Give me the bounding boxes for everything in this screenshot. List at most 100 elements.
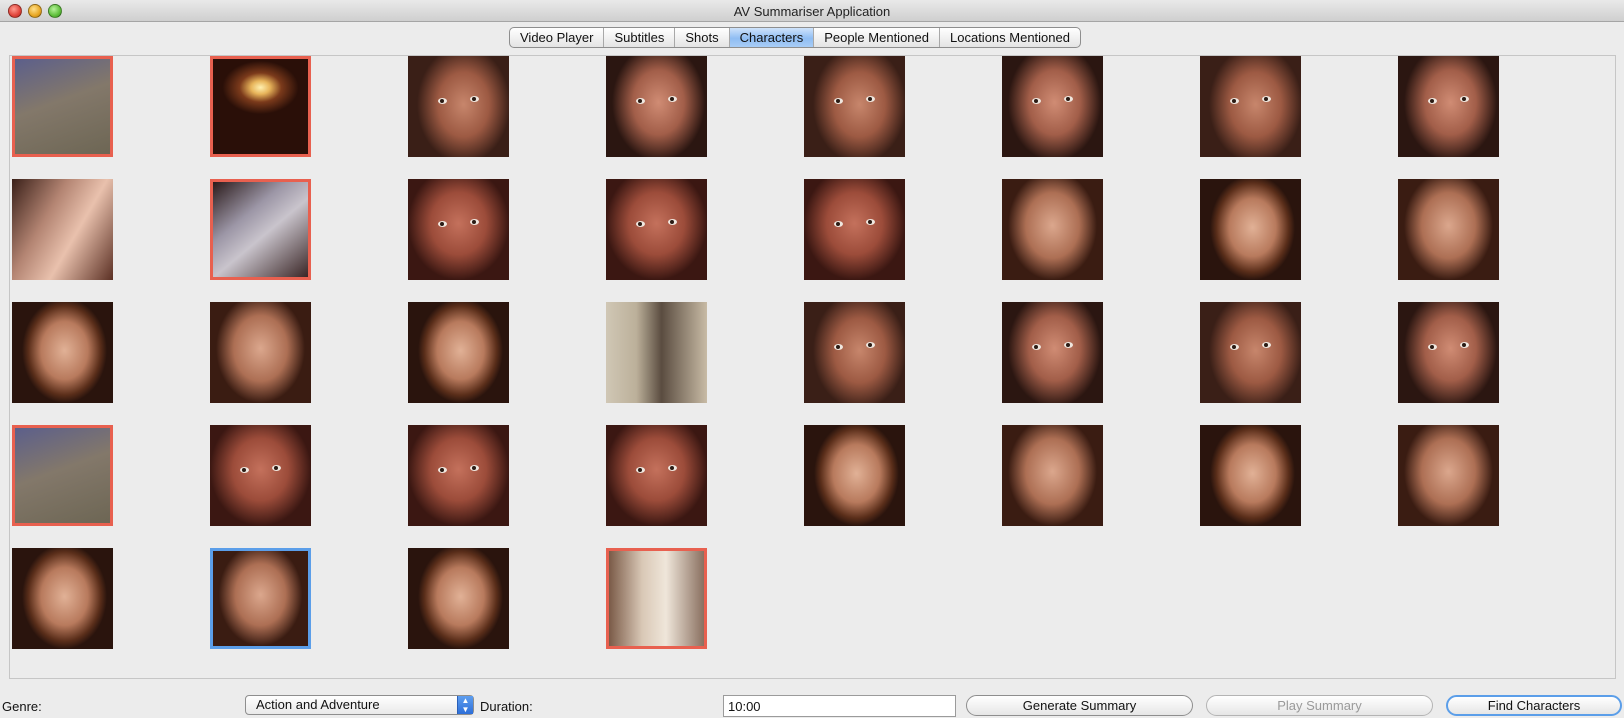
thumbnail-image [606,302,707,403]
thumbnail-image [1002,56,1103,157]
character-thumbnail[interactable] [1200,179,1301,280]
character-thumbnail[interactable] [1200,302,1301,403]
generate-summary-button[interactable]: Generate Summary [966,695,1193,716]
genre-select[interactable]: Action and Adventure ▲ ▼ [245,695,474,715]
tab-video-player[interactable]: Video Player [510,28,605,47]
thumbnail-image [408,56,509,157]
character-thumbnail[interactable] [1002,302,1103,403]
thumbnail-image [213,551,308,646]
thumbnail-image [1200,56,1301,157]
character-thumbnail[interactable] [606,548,707,649]
character-thumbnail[interactable] [1398,425,1499,526]
character-thumbnail[interactable] [408,56,509,157]
character-thumbnail[interactable] [1200,425,1301,526]
eye-shape [470,96,479,102]
thumbnail-image [1200,425,1301,526]
character-thumbnail[interactable] [210,179,311,280]
character-thumbnail[interactable] [606,425,707,526]
character-thumbnail[interactable] [1398,179,1499,280]
character-thumbnail[interactable] [804,56,905,157]
eye-shape [668,465,677,471]
character-thumbnail[interactable] [210,302,311,403]
character-thumbnail[interactable] [210,548,311,649]
eye-shape [1064,96,1073,102]
character-thumbnail[interactable] [804,425,905,526]
thumbnail-image [408,302,509,403]
character-thumbnail[interactable] [12,179,113,280]
character-thumbnail[interactable] [408,302,509,403]
character-thumbnail[interactable] [12,56,113,157]
eye-shape [1032,344,1041,350]
character-thumbnail[interactable] [1002,425,1103,526]
thumbnail-image [12,302,113,403]
eye-shape [1262,342,1271,348]
character-thumbnail[interactable] [408,548,509,649]
thumbnail-image [15,428,110,523]
thumbnail-image [1200,179,1301,280]
play-summary-button[interactable]: Play Summary [1206,695,1433,716]
thumbnail-image [210,425,311,526]
thumbnail-image [804,302,905,403]
character-thumbnail[interactable] [1398,56,1499,157]
thumbnail-image [1398,179,1499,280]
character-thumbnail[interactable] [606,302,707,403]
character-thumbnail[interactable] [408,179,509,280]
app-window: AV Summariser Application Video Player S… [0,0,1624,718]
tab-shots[interactable]: Shots [675,28,730,47]
thumbnail-image [606,179,707,280]
tab-people-mentioned[interactable]: People Mentioned [814,28,940,47]
tab-subtitles[interactable]: Subtitles [604,28,676,47]
eye-shape [240,467,249,473]
eye-shape [1460,96,1469,102]
eye-shape [470,219,479,225]
character-thumbnail[interactable] [606,56,707,157]
character-thumbnail[interactable] [1200,56,1301,157]
duration-input[interactable] [723,695,956,717]
genre-label: Genre: [2,699,42,714]
character-thumbnail[interactable] [12,425,113,526]
character-thumbnail[interactable] [804,302,905,403]
tab-characters[interactable]: Characters [729,28,815,47]
tab-bar: Video Player Subtitles Shots Characters … [509,27,1081,48]
thumbnail-image [408,179,509,280]
character-thumbnail[interactable] [210,425,311,526]
eye-shape [668,96,677,102]
character-thumbnail[interactable] [1002,56,1103,157]
eye-shape [636,467,645,473]
eye-shape [1230,98,1239,104]
eye-shape [438,221,447,227]
eye-shape [1428,98,1437,104]
thumbnail-image [804,179,905,280]
character-thumbnail[interactable] [12,548,113,649]
thumbnail-image [15,59,110,154]
character-thumbnail[interactable] [210,56,311,157]
eye-shape [866,342,875,348]
thumbnail-image [804,56,905,157]
character-thumbnail[interactable] [804,179,905,280]
thumbnail-image [213,182,308,277]
thumbnail-image [606,425,707,526]
thumbnail-image [408,425,509,526]
thumbnail-image [1398,425,1499,526]
thumbnail-image [210,302,311,403]
character-thumbnail[interactable] [606,179,707,280]
character-thumbnail[interactable] [1398,302,1499,403]
eye-shape [1230,344,1239,350]
find-characters-button[interactable]: Find Characters [1446,695,1622,716]
thumbnail-image [1002,425,1103,526]
thumbnail-image [408,548,509,649]
eye-shape [668,219,677,225]
tab-locations-mentioned[interactable]: Locations Mentioned [940,28,1080,47]
character-thumbnail[interactable] [12,302,113,403]
eye-shape [272,465,281,471]
eye-shape [866,219,875,225]
eye-shape [866,96,875,102]
character-thumbnail[interactable] [1002,179,1103,280]
eye-shape [1460,342,1469,348]
thumbnail-image [609,551,704,646]
thumbnail-image [1200,302,1301,403]
character-thumbnail[interactable] [408,425,509,526]
eye-shape [834,98,843,104]
thumbnail-image [1398,302,1499,403]
eye-shape [438,98,447,104]
